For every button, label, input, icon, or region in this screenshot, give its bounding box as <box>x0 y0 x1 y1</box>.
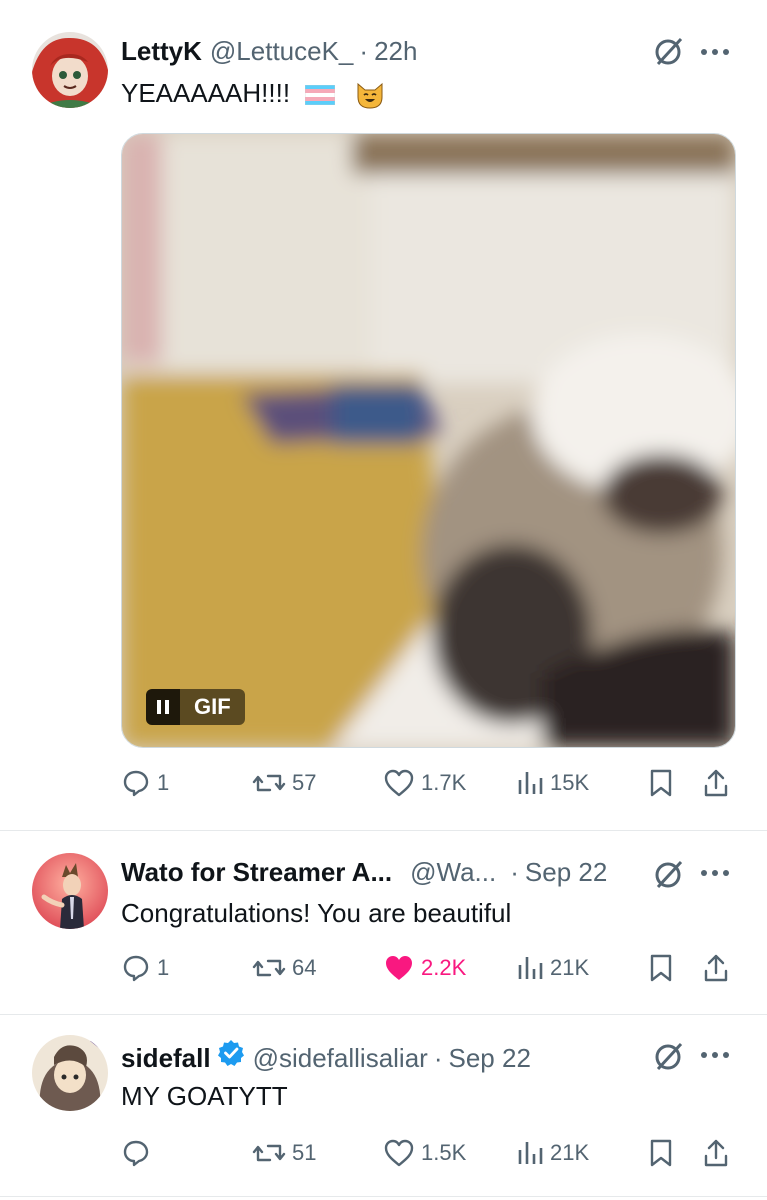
repost-count: 64 <box>292 955 317 980</box>
smiling-cat-emoji-icon <box>357 83 383 109</box>
like-count: 1.5K <box>421 1140 467 1165</box>
share-icon <box>704 954 728 982</box>
avatar[interactable] <box>32 1035 108 1111</box>
pause-icon[interactable] <box>146 689 180 725</box>
share-icon <box>704 1139 728 1167</box>
repost-count: 57 <box>292 770 317 795</box>
share-button[interactable] <box>702 768 730 798</box>
avatar[interactable] <box>32 853 108 929</box>
timestamp[interactable]: 22h <box>374 36 417 67</box>
repost-icon <box>252 1144 286 1162</box>
views-icon <box>518 957 543 979</box>
transgender-flag-icon <box>305 85 336 106</box>
views-button[interactable]: 21K <box>516 953 589 983</box>
repost-icon <box>252 774 286 792</box>
views-count: 15K <box>550 770 590 795</box>
share-icon <box>704 769 728 797</box>
grok-icon[interactable] <box>652 1039 686 1073</box>
tweet-1[interactable]: LettyK @LettuceK_ · 22h YEAAAAAH!!!! GIF… <box>0 0 767 830</box>
like-count: 2.2K <box>421 955 467 980</box>
bookmark-button[interactable] <box>648 953 674 983</box>
tweet-3[interactable]: sidefall @sidefallisaliar · Sep 22 MY GO… <box>0 1015 767 1200</box>
repost-button[interactable]: 57 <box>252 768 316 798</box>
timestamp[interactable]: Sep 22 <box>449 1043 531 1074</box>
gif-badge[interactable]: GIF <box>146 689 245 725</box>
like-button[interactable]: 1.7K <box>383 768 466 798</box>
heart-icon <box>384 1139 414 1167</box>
tweet-header: Wato for Streamer A... @Wa... · Sep 22 <box>121 857 607 888</box>
like-button[interactable]: 2.2K <box>383 953 466 983</box>
repost-count: 51 <box>292 1140 317 1165</box>
heart-icon <box>384 769 414 797</box>
bookmark-icon <box>650 1139 672 1167</box>
display-name[interactable]: sidefall <box>121 1043 211 1074</box>
reply-icon <box>123 955 149 982</box>
tweet-text: YEAAAAAH!!!! <box>121 78 291 108</box>
repost-icon <box>252 959 286 977</box>
user-handle[interactable]: @sidefallisaliar <box>253 1043 428 1074</box>
tweet-actions: 1 57 1.7K 15K <box>0 768 767 808</box>
tweet-actions: 51 1.5K 21K <box>0 1138 767 1178</box>
reply-button[interactable]: 1 <box>121 953 169 983</box>
gif-media[interactable]: GIF <box>121 133 736 748</box>
bookmark-button[interactable] <box>648 1138 674 1168</box>
reply-icon <box>123 1140 149 1167</box>
tweet-text-row: YEAAAAAH!!!! <box>121 78 385 109</box>
tweet-2[interactable]: Wato for Streamer A... @Wa... · Sep 22 C… <box>0 831 767 1013</box>
separator-dot: · <box>433 1043 443 1073</box>
views-icon <box>518 772 543 794</box>
views-button[interactable]: 21K <box>516 1138 589 1168</box>
display-name[interactable]: Wato for Streamer A... <box>121 857 392 888</box>
bookmark-icon <box>650 769 672 797</box>
separator-dot: · <box>510 857 519 887</box>
reply-count: 1 <box>157 955 170 980</box>
bookmark-button[interactable] <box>648 768 674 798</box>
more-options-icon[interactable] <box>698 1045 732 1065</box>
timestamp[interactable]: Sep 22 <box>525 857 607 888</box>
grok-icon[interactable] <box>652 857 686 891</box>
share-button[interactable] <box>702 953 730 983</box>
reply-button[interactable] <box>121 1138 157 1168</box>
bookmark-icon <box>650 954 672 982</box>
reply-icon <box>123 770 149 797</box>
more-options-icon[interactable] <box>698 863 732 883</box>
tweet-text: Congratulations! You are beautiful <box>121 898 512 928</box>
tweet-actions: 1 64 2.2K 21K <box>0 953 767 993</box>
repost-button[interactable]: 51 <box>252 1138 316 1168</box>
tweet-header: LettyK @LettuceK_ · 22h <box>121 36 417 67</box>
reply-count: 1 <box>157 770 170 795</box>
like-button[interactable]: 1.5K <box>383 1138 466 1168</box>
views-button[interactable]: 15K <box>516 768 589 798</box>
separator-dot: · <box>359 36 369 66</box>
tweet-header: sidefall @sidefallisaliar · Sep 22 <box>121 1039 531 1074</box>
user-handle[interactable]: @Wa... <box>410 857 496 888</box>
repost-button[interactable]: 64 <box>252 953 316 983</box>
more-options-icon[interactable] <box>698 42 732 62</box>
gif-frame <box>122 134 735 747</box>
views-icon <box>518 1142 543 1164</box>
divider <box>0 1196 767 1197</box>
reply-button[interactable]: 1 <box>121 768 169 798</box>
like-count: 1.7K <box>421 770 467 795</box>
views-count: 21K <box>550 1140 590 1165</box>
share-button[interactable] <box>702 1138 730 1168</box>
gif-label: GIF <box>180 689 245 725</box>
verified-badge-icon <box>217 1040 244 1066</box>
grok-icon[interactable] <box>652 34 686 68</box>
user-handle[interactable]: @LettuceK_ <box>210 36 353 67</box>
tweet-text: MY GOATYTT <box>121 1081 288 1111</box>
views-count: 21K <box>550 955 590 980</box>
display-name[interactable]: LettyK <box>121 36 202 67</box>
heart-filled-icon <box>386 956 412 980</box>
avatar[interactable] <box>32 32 108 108</box>
